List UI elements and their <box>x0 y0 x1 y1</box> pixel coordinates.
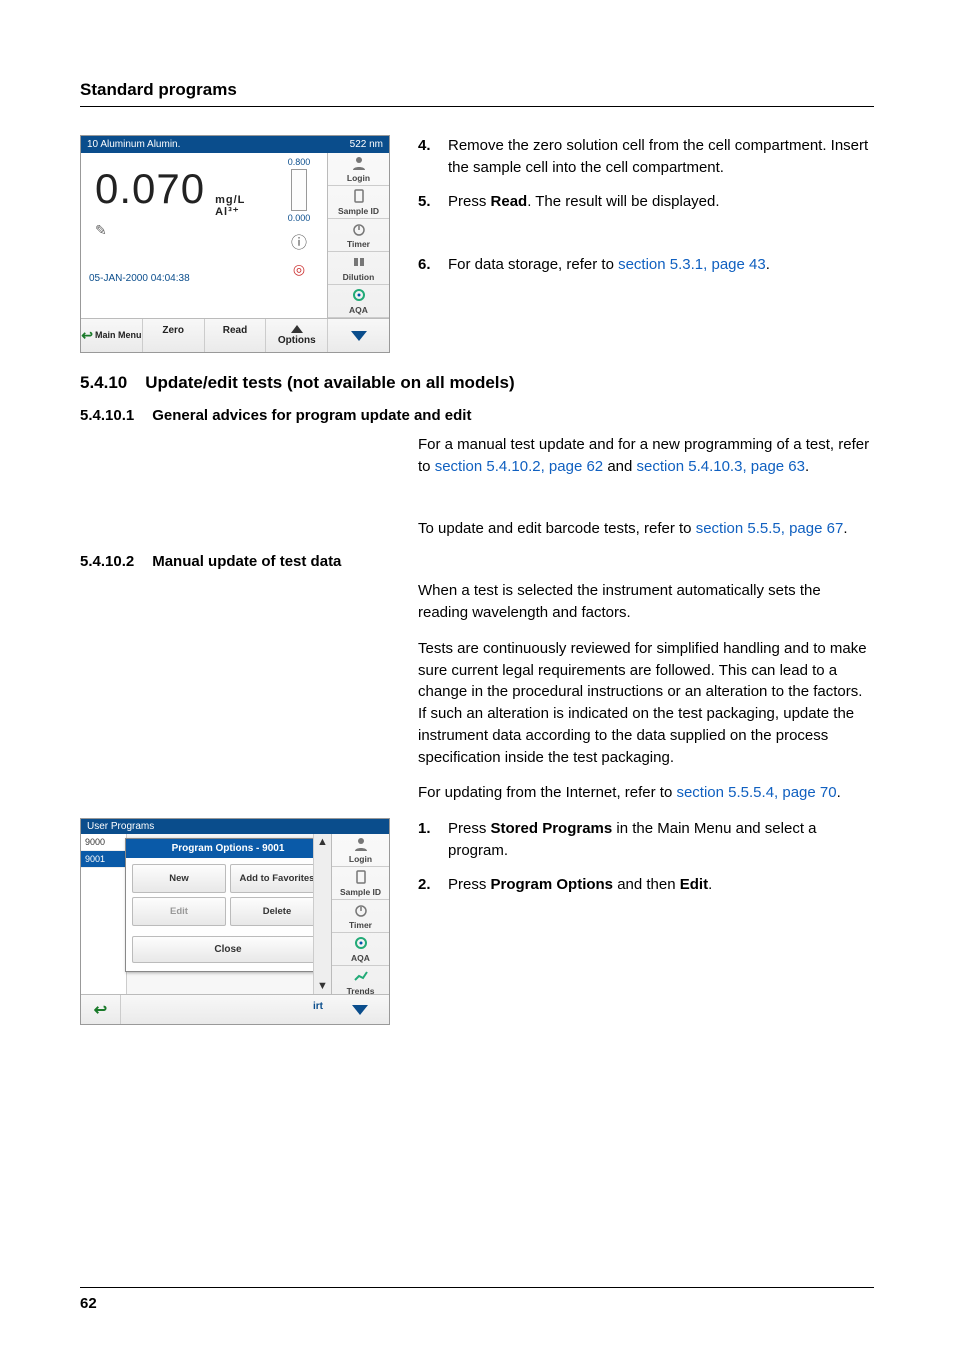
step-number: 5. <box>418 191 434 213</box>
sidebar-login[interactable]: Login <box>332 834 389 867</box>
footer-rule <box>80 1287 874 1288</box>
step-text: Press Read. The result will be displayed… <box>448 191 874 213</box>
back-button[interactable]: ↩ <box>81 995 121 1024</box>
sidebar-aqa[interactable]: AQA <box>332 933 389 966</box>
add-to-favorites-button[interactable]: Add to Favorites <box>230 864 324 893</box>
main-menu-button[interactable]: ↩ Main Menu <box>81 319 143 352</box>
step-text: Remove the zero solution cell from the c… <box>448 135 874 179</box>
sidebar-timer[interactable]: Timer <box>328 219 389 252</box>
sidebar-aqa[interactable]: AQA <box>328 285 389 318</box>
edit-button[interactable]: Edit <box>132 897 226 926</box>
new-button[interactable]: New <box>132 864 226 893</box>
running-header: Standard programs <box>80 80 874 100</box>
scale-bar <box>291 169 307 211</box>
step-text: Press Program Options and then Edit. <box>448 874 874 896</box>
sidebar-login[interactable]: Login <box>328 153 389 186</box>
heading-5-4-10-2: 5.4.10.2 Manual update of test data <box>80 553 874 570</box>
step-text: For data storage, refer to section 5.3.1… <box>448 254 874 276</box>
zero-button[interactable]: Zero <box>143 319 205 352</box>
step-text: Press Stored Programs in the Main Menu a… <box>448 818 874 862</box>
heading-5-4-10-1: 5.4.10.1 General advices for program upd… <box>80 407 874 424</box>
section-link[interactable]: section 5.4.10.3, page 63 <box>637 458 805 475</box>
sidebar-sample-id[interactable]: Sample ID <box>332 867 389 900</box>
scrollbar[interactable]: ▲ ▼ <box>313 834 331 994</box>
step-number: 6. <box>418 254 434 276</box>
confirm-button[interactable] <box>328 319 389 352</box>
step-number: 1. <box>418 818 434 862</box>
edit-icon[interactable]: ✎ <box>95 222 263 239</box>
step-list-2: 1. Press Stored Programs in the Main Men… <box>418 818 874 895</box>
paragraph: For a manual test update and for a new p… <box>418 434 874 478</box>
info-icon[interactable]: ⓘ <box>275 229 323 253</box>
dialog-title: Program Options - 9001 <box>126 839 330 858</box>
scale-min: 0.000 <box>275 213 323 223</box>
window-title: User Programs <box>81 819 389 834</box>
delete-button[interactable]: Delete <box>230 897 324 926</box>
options-button[interactable]: Options <box>266 319 328 352</box>
section-link[interactable]: section 5.5.5, page 67 <box>696 520 844 537</box>
paragraph: When a test is selected the instrument a… <box>418 580 874 624</box>
reading-value: 0.070 <box>95 165 205 213</box>
step-number: 4. <box>418 135 434 179</box>
program-options-dialog: Program Options - 9001 New Add to Favori… <box>125 838 331 972</box>
heading-5-4-10: 5.4.10 Update/edit tests (not available … <box>80 373 874 393</box>
sidebar-dilution[interactable]: Dilution <box>328 252 389 285</box>
section-link[interactable]: section 5.5.5.4, page 70 <box>676 784 836 801</box>
scale-max: 0.800 <box>275 157 323 167</box>
paragraph: For updating from the Internet, refer to… <box>418 782 874 804</box>
wavelength-label: 522 nm <box>350 139 383 150</box>
page-number: 62 <box>80 1295 97 1312</box>
unit-element: Al³⁺ <box>215 206 245 218</box>
read-button[interactable]: Read <box>205 319 267 352</box>
close-button[interactable]: Close <box>132 936 324 963</box>
bottom-label: irt <box>121 995 331 1024</box>
sidebar-timer[interactable]: Timer <box>332 900 389 933</box>
program-title: 10 Aluminum Alumin. <box>87 139 180 150</box>
unit-mgL: mg/L <box>215 194 245 206</box>
program-id-list[interactable]: 9000 9001 <box>81 834 127 994</box>
header-rule <box>80 106 874 107</box>
step-number: 2. <box>418 874 434 896</box>
device-screenshot-program-options: User Programs 9000 9001 g/L Program Opti… <box>80 818 390 1025</box>
confirm-button[interactable] <box>331 995 389 1024</box>
sidebar-sample-id[interactable]: Sample ID <box>328 186 389 219</box>
paragraph: Tests are continuously reviewed for simp… <box>418 638 874 769</box>
target-icon[interactable]: ◎ <box>275 261 323 278</box>
step-list-1: 4. Remove the zero solution cell from th… <box>418 135 874 276</box>
paragraph: To update and edit barcode tests, refer … <box>418 518 874 540</box>
section-link[interactable]: section 5.4.10.2, page 62 <box>435 458 603 475</box>
device-screenshot-reading: 10 Aluminum Alumin. 522 nm 0.070 mg/L Al… <box>80 135 390 353</box>
section-link[interactable]: section 5.3.1, page 43 <box>618 256 766 273</box>
timestamp: 05-JAN-2000 04:04:38 <box>89 273 263 284</box>
